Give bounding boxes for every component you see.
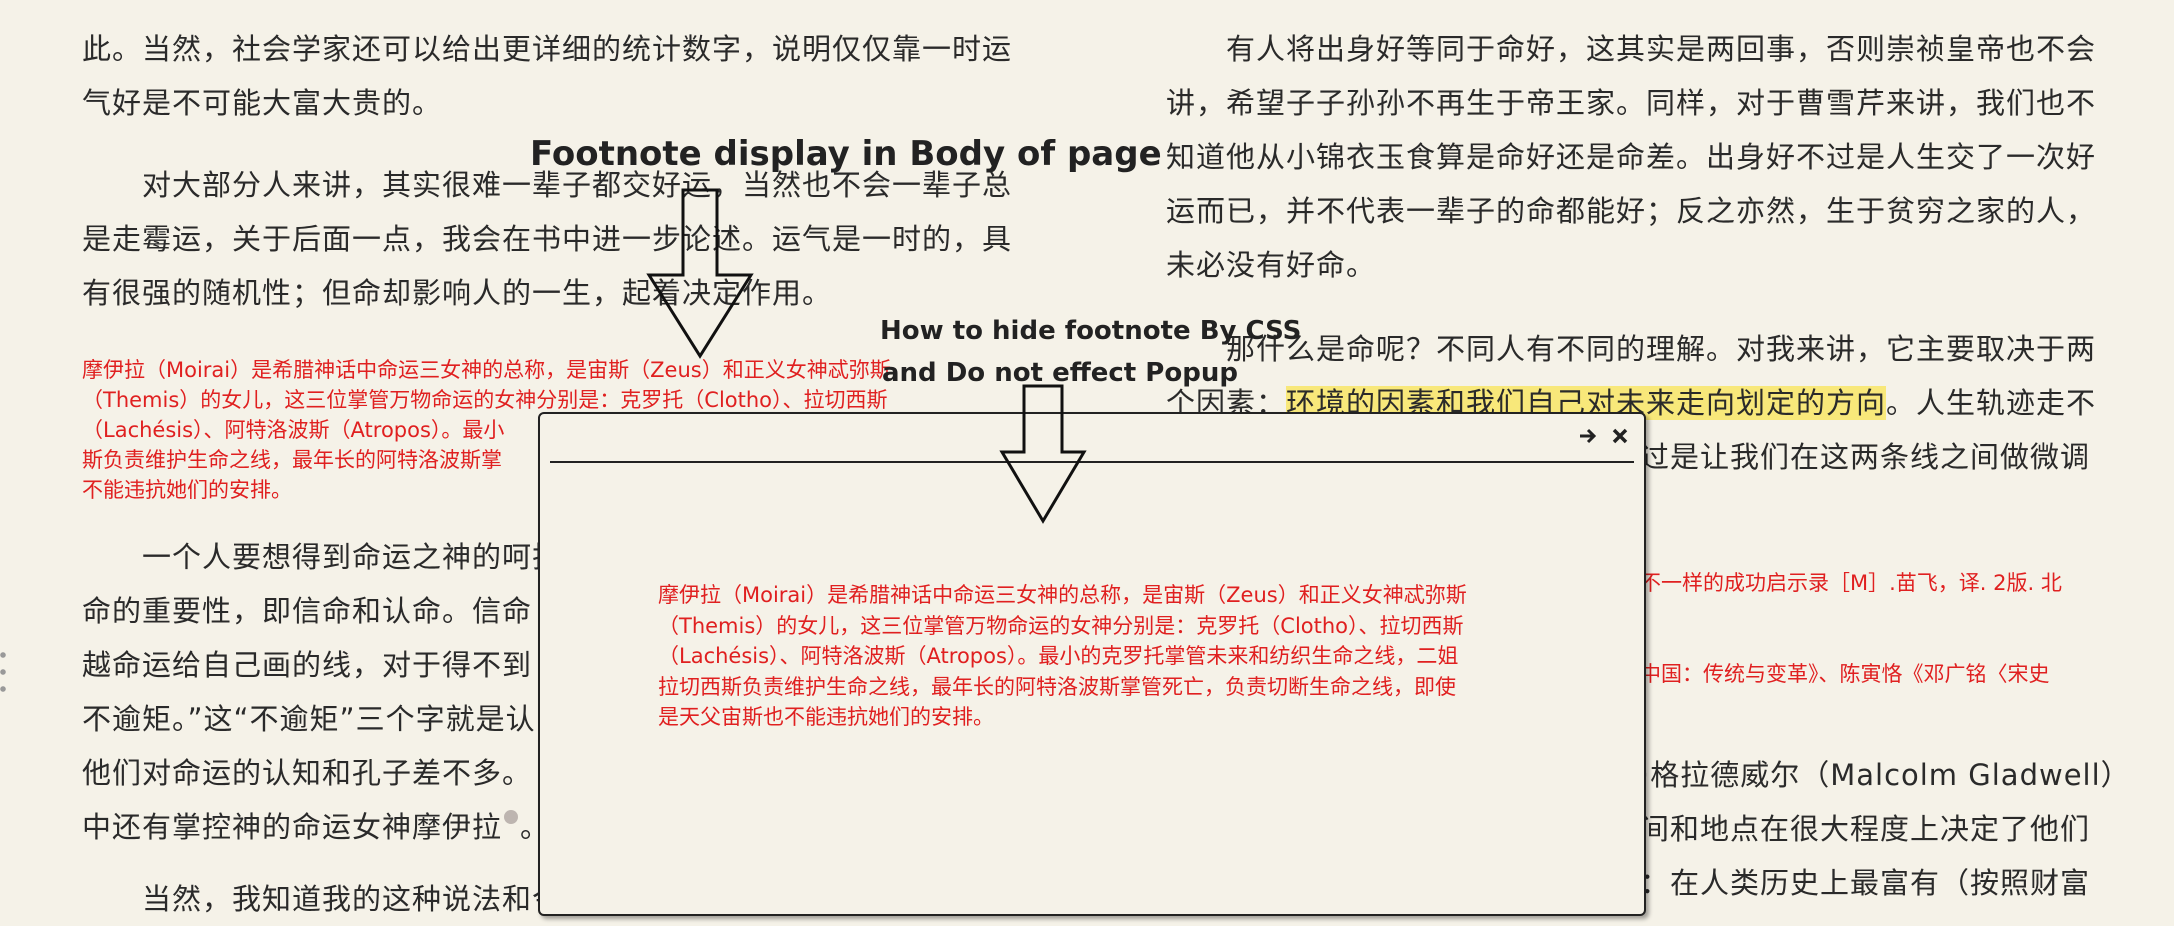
annotation-title: Footnote display in Body of page <box>530 134 1162 174</box>
annotation-arrow-2 <box>999 384 1087 524</box>
annotation-css-note: How to hide footnote By CSS and Do not e… <box>880 316 1302 388</box>
annotation-arrow-1 <box>646 188 754 359</box>
